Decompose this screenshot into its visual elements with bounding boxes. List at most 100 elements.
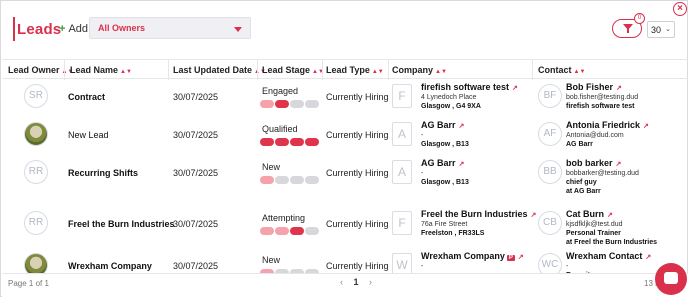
lead-stage-bar (260, 227, 320, 235)
column-divider (388, 60, 389, 80)
prev-page-button[interactable]: ‹ (340, 277, 343, 287)
close-icon[interactable]: × (673, 2, 687, 16)
contact-avatar: WC (538, 253, 562, 273)
contact-email: Antonia@dud.com (566, 132, 624, 139)
company-logo: F (392, 84, 412, 108)
table-row[interactable]: RR Recurring Shifts 30/07/2025 New Currently… (2, 155, 688, 199)
stage-segment (290, 138, 304, 146)
company-name-link[interactable]: firefish software test ↗ (421, 82, 518, 92)
lead-name-link[interactable]: Recurring Shifts (68, 168, 138, 178)
contact-title: AG Barr (566, 141, 593, 148)
company-logo: F (392, 211, 412, 235)
contact-name: Wrexham Contact (566, 251, 643, 261)
stage-segment (260, 227, 274, 235)
next-page-button[interactable]: › (369, 277, 372, 287)
external-link-icon[interactable]: ↗ (518, 254, 524, 261)
column-header[interactable]: Last Updated Date ▲▼ (173, 60, 266, 80)
column-header[interactable]: Lead Stage ▲▼ (262, 60, 324, 80)
company-name-link[interactable]: Wrexham Company P ↗ (421, 251, 524, 261)
contact-name-link[interactable]: Cat Burn ↗ (566, 209, 613, 219)
owner-avatar (24, 122, 48, 146)
sort-icon[interactable]: ▲▼ (120, 69, 132, 75)
sort-icon[interactable]: ▲▼ (435, 69, 447, 75)
lead-stage-label: Engaged (262, 86, 299, 96)
stage-segment (260, 138, 274, 146)
column-divider (64, 60, 65, 80)
company-name-link[interactable]: AG Barr ↗ (421, 158, 464, 168)
add-label: Add (68, 23, 89, 35)
lead-name-link[interactable]: New Lead (68, 130, 109, 140)
lead-type: Currently Hiring (326, 130, 389, 140)
contact-name-link[interactable]: bob barker ↗ (566, 158, 621, 168)
lead-stage-label: Attempting (262, 213, 306, 223)
external-link-icon[interactable]: ↗ (459, 123, 465, 130)
company-name-link[interactable]: Freel the Burn Industries ↗ (421, 209, 536, 219)
lead-stage-bar (260, 100, 320, 108)
owner-avatar: SR (24, 84, 48, 108)
lead-name-link[interactable]: Freel the Burn Industries (68, 219, 175, 229)
contact-name-link[interactable]: Antonia Friedrick ↗ (566, 120, 649, 130)
column-header-label: Contact (538, 65, 572, 75)
company-logo: A (392, 122, 412, 146)
owner-avatar (24, 253, 48, 273)
company-address: - (421, 263, 424, 270)
stage-segment (290, 100, 304, 108)
plus-icon: + (59, 23, 66, 35)
external-link-icon[interactable]: ↗ (607, 212, 613, 219)
table-row[interactable]: RR Freel the Burn Industries 30/07/2025 Att… (2, 199, 688, 246)
company-name: firefish software test (421, 82, 510, 92)
current-page[interactable]: 1 (354, 277, 359, 287)
external-link-icon[interactable]: ↗ (531, 212, 537, 219)
last-updated-date: 30/07/2025 (173, 261, 219, 271)
last-updated-date: 30/07/2025 (173, 92, 219, 102)
company-address: 4 Lynedoch Place (421, 94, 477, 101)
stage-segment (275, 138, 289, 146)
column-divider (322, 60, 323, 80)
column-header-label: Last Updated Date (173, 65, 253, 75)
chat-button[interactable] (655, 263, 687, 295)
column-header[interactable]: Lead Name ▲▼ (70, 60, 132, 80)
page-size-select[interactable]: 30 ⌄ (647, 21, 675, 38)
column-header[interactable]: Contact ▲▼ (538, 60, 585, 80)
stage-segment (275, 227, 289, 235)
page-title: Leads (17, 21, 62, 38)
external-link-icon[interactable]: ↗ (459, 161, 465, 168)
contact-name-link[interactable]: Wrexham Contact ↗ (566, 251, 651, 261)
last-updated-date: 30/07/2025 (173, 130, 219, 140)
company-address: 76a Fire Street (421, 221, 468, 228)
stage-segment (290, 227, 304, 235)
lead-name-link[interactable]: Wrexham Company (68, 261, 152, 271)
company-city: Freelston , FR33LS (421, 230, 485, 237)
contact-name-link[interactable]: Bob Fisher ↗ (566, 82, 622, 92)
company-name: Wrexham Company (421, 251, 505, 261)
external-link-icon[interactable]: ↗ (645, 254, 651, 261)
external-link-icon[interactable]: ↗ (616, 85, 622, 92)
contact-name: Cat Burn (566, 209, 604, 219)
company-name-link[interactable]: AG Barr ↗ (421, 120, 464, 130)
external-link-icon[interactable]: ↗ (643, 123, 649, 130)
external-link-icon[interactable]: ↗ (616, 161, 622, 168)
filter-icon-stem (627, 29, 629, 33)
add-lead-button[interactable]: + Add (59, 23, 88, 35)
company-name: AG Barr (421, 158, 456, 168)
owner-avatar: RR (24, 211, 48, 235)
contact-title: chief guy (566, 179, 597, 186)
external-link-icon[interactable]: ↗ (512, 85, 518, 92)
company-address: - (421, 170, 424, 177)
owner-avatar: RR (24, 160, 48, 184)
contact-email: - (566, 263, 569, 270)
sort-icon[interactable]: ▲▼ (372, 69, 384, 75)
stage-segment (290, 176, 304, 184)
column-header[interactable]: Company ▲▼ (392, 60, 447, 80)
stage-segment (275, 100, 289, 108)
company-name: AG Barr (421, 120, 456, 130)
stage-segment (305, 176, 319, 184)
contact-title: firefish software test (566, 103, 635, 110)
column-header[interactable]: Lead Type ▲▼ (326, 60, 384, 80)
lead-stage-label: New (262, 255, 281, 265)
table-row[interactable]: Wrexham Company 30/07/2025 New Currently Hi… (2, 245, 688, 273)
contact-avatar: BB (538, 160, 562, 184)
sort-icon[interactable]: ▲▼ (574, 69, 586, 75)
owner-filter-select[interactable]: All Owners (89, 17, 251, 39)
lead-name-link[interactable]: Contract (68, 92, 105, 102)
